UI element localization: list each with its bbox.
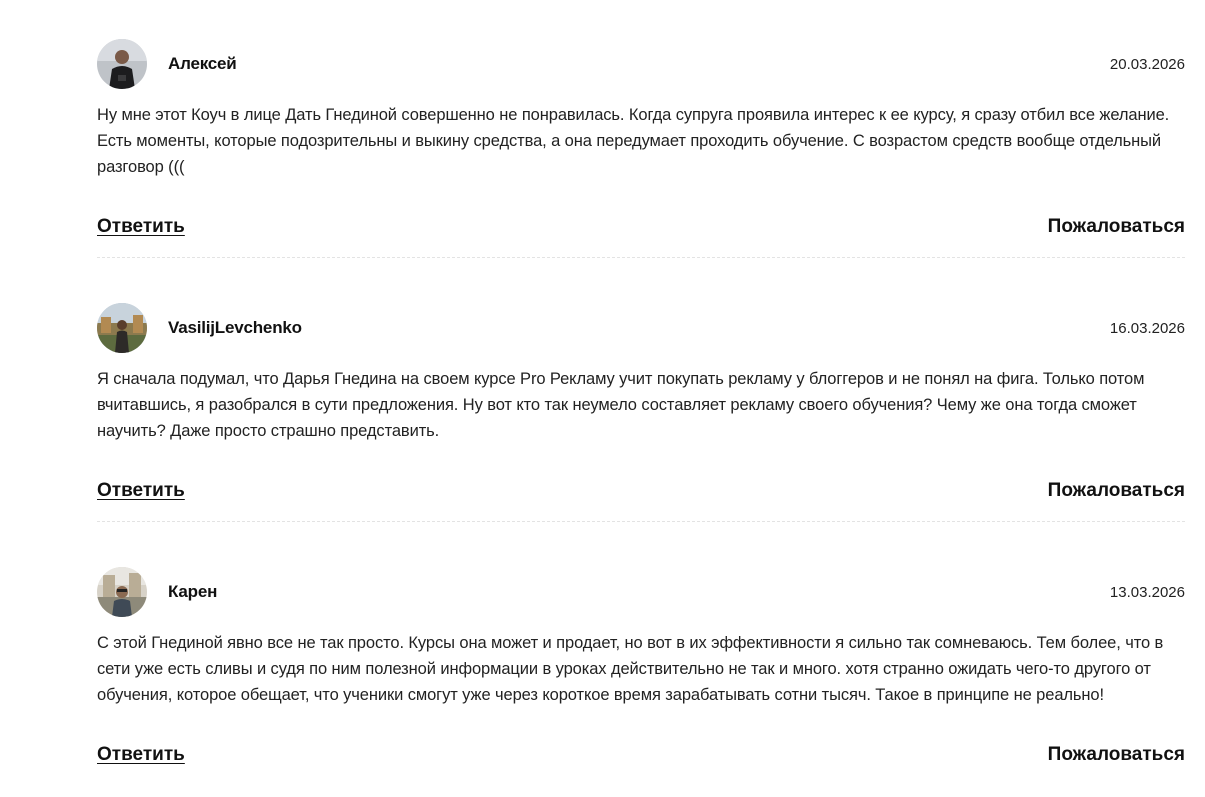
comment-header: Алексей 20.03.2026 <box>97 39 1185 89</box>
comment-header: Карен 13.03.2026 <box>97 567 1185 617</box>
comment-actions: Ответить Пожаловаться <box>97 744 1185 766</box>
comment-author: Карен <box>168 582 218 601</box>
reply-link[interactable]: Ответить <box>97 744 185 766</box>
comment-actions: Ответить Пожаловаться <box>97 216 1185 238</box>
user-avatar <box>97 39 147 89</box>
comment-date: 13.03.2026 <box>1109 583 1185 601</box>
user-avatar <box>97 567 147 617</box>
comment-date: 16.03.2026 <box>1109 319 1185 337</box>
user-avatar <box>97 303 147 353</box>
reply-link[interactable]: Ответить <box>97 480 185 502</box>
comment-author: VasilijLevchenko <box>168 318 302 337</box>
comment: Карен 13.03.2026 С этой Гнединой явно вс… <box>97 522 1185 766</box>
comment-text: Ну мне этот Коуч в лице Дать Гнединой со… <box>97 106 1170 176</box>
comment-text: С этой Гнединой явно все не так просто. … <box>97 634 1164 704</box>
comment-text: Я сначала подумал, что Дарья Гнедина на … <box>97 370 1145 440</box>
report-link[interactable]: Пожаловаться <box>1048 480 1185 502</box>
comment: VasilijLevchenko 16.03.2026 Я сначала по… <box>97 258 1185 522</box>
comment: Алексей 20.03.2026 Ну мне этот Коуч в ли… <box>97 0 1185 258</box>
comments-list: Алексей 20.03.2026 Ну мне этот Коуч в ли… <box>97 0 1185 766</box>
comment-header: VasilijLevchenko 16.03.2026 <box>97 303 1185 353</box>
comment-author: Алексей <box>168 54 237 73</box>
report-link[interactable]: Пожаловаться <box>1048 216 1185 238</box>
comment-actions: Ответить Пожаловаться <box>97 480 1185 502</box>
comment-date: 20.03.2026 <box>1109 55 1185 73</box>
report-link[interactable]: Пожаловаться <box>1048 744 1185 766</box>
reply-link[interactable]: Ответить <box>97 216 185 238</box>
